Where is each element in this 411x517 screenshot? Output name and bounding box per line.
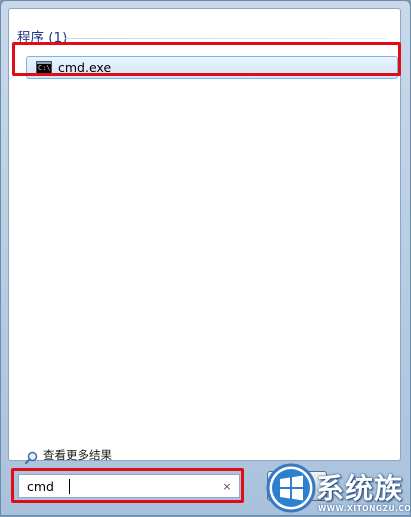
shutdown-button[interactable]: 关 — [267, 471, 327, 501]
shutdown-label: 关 — [301, 482, 315, 497]
see-more-results-label: 查看更多结果 — [43, 448, 112, 462]
search-icon — [25, 449, 38, 464]
watermark-url: WWW.XITONGZU.COM — [318, 504, 411, 513]
watermark-title: 系统族 — [316, 472, 404, 505]
highlight-box-result — [12, 42, 401, 76]
highlight-box-search — [11, 468, 244, 503]
group-divider — [65, 38, 386, 39]
see-more-results-link[interactable]: 查看更多结果 — [25, 446, 112, 464]
start-menu: 程序 (1) C:\ cmd.exe 查看更多结果 × 关 — [0, 0, 411, 516]
